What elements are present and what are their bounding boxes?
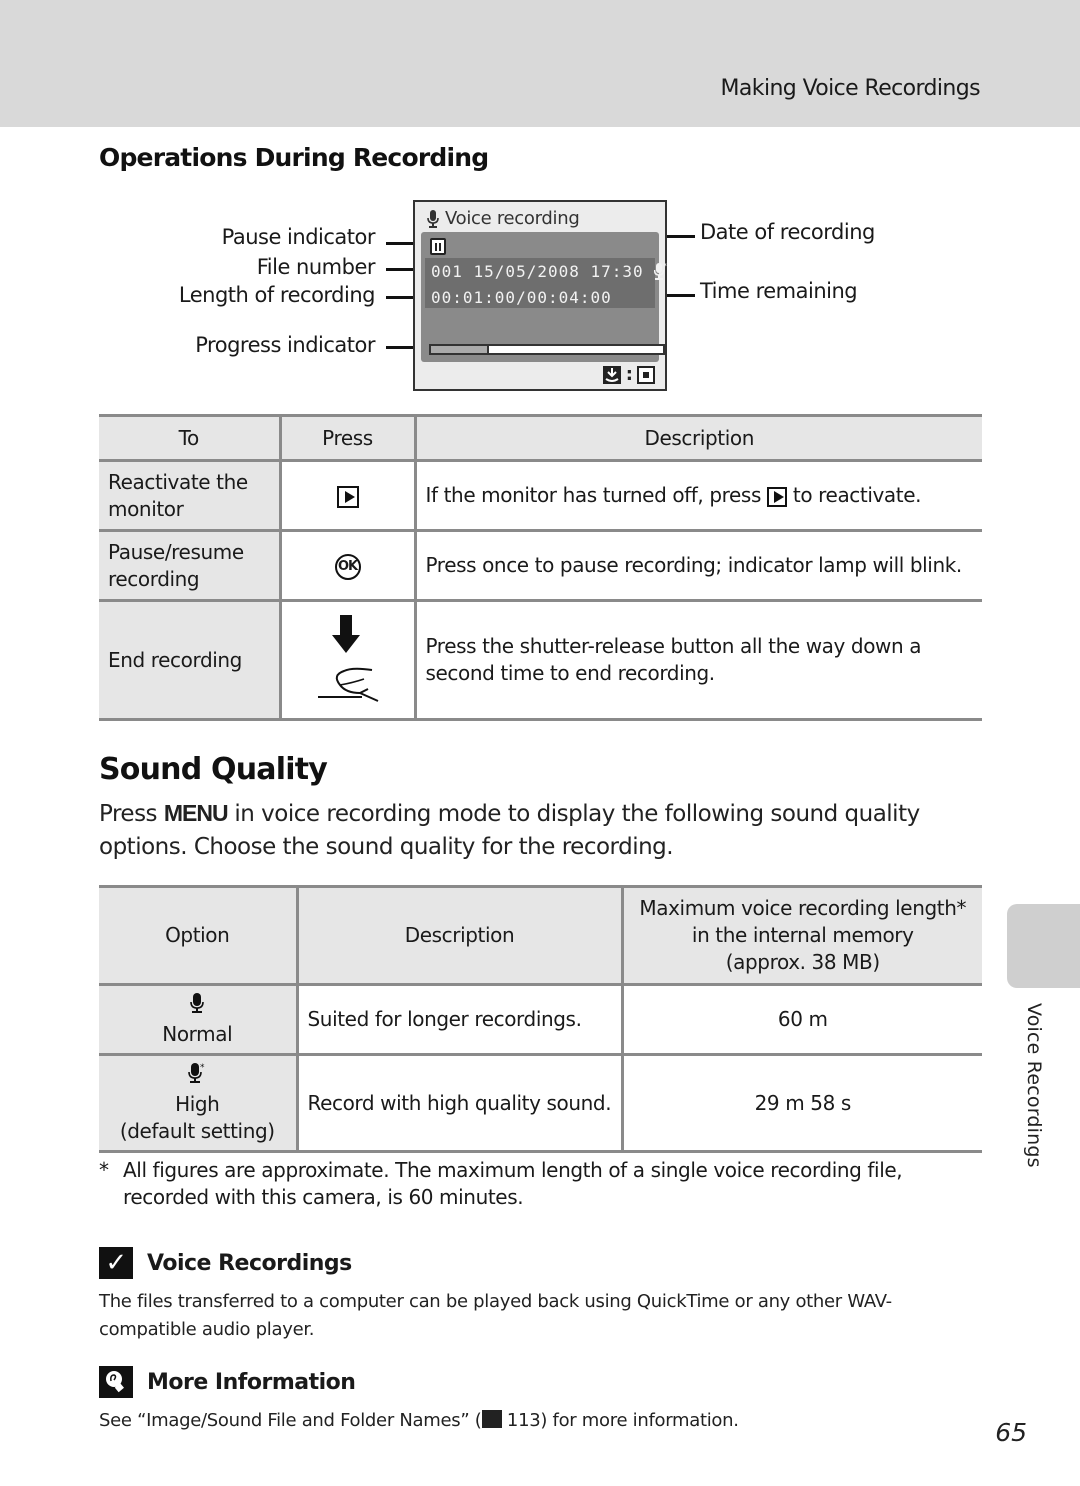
table-header-row: Option Description Maximum voice recordi… <box>99 885 982 986</box>
running-header: Making Voice Recordings <box>720 76 981 101</box>
row-action: Reactivate the monitor <box>99 459 282 532</box>
recording-length-readout: 00:01:00/00:04:00 <box>431 288 612 307</box>
pause-indicator-icon <box>430 238 446 255</box>
screen-title-text: Voice recording <box>445 208 580 229</box>
label-file-number: File number <box>256 255 376 279</box>
microphone-normal-icon <box>190 992 205 1013</box>
row-description: If the monitor has turned off, press to … <box>413 459 982 532</box>
option-max-length: 29 m 58 s <box>620 1053 982 1153</box>
label-pause-indicator: Pause indicator <box>221 225 376 249</box>
microphone-icon <box>427 209 439 228</box>
footnote-text: All figures are approximate. The maximum… <box>123 1158 903 1209</box>
operations-table: To Press Description Reactivate the moni… <box>99 414 982 721</box>
table-row: Normal Suited for longer recordings. 60 … <box>99 983 982 1056</box>
column-header-option: Option <box>99 885 299 986</box>
row-description: Press once to pause recording; indicator… <box>413 529 982 602</box>
page-reference-link[interactable]: 113 <box>507 1410 541 1431</box>
high-quality-microphone-icon: * <box>654 262 668 280</box>
progress-indicator <box>429 344 665 355</box>
menu-button-icon: MENU <box>163 800 229 826</box>
table-row: Pause/resume recording OK Press once to … <box>99 529 982 602</box>
footnote-mark: * <box>99 1158 109 1182</box>
camera-monitor-screen: Voice recording 001 15/05/2008 17:30 * 0… <box>413 200 668 391</box>
table-header-row: To Press Description <box>99 414 982 462</box>
column-header-description: Description <box>295 885 624 986</box>
screen-display-area: 001 15/05/2008 17:30 * 00:01:00/00:04:00 <box>421 232 668 362</box>
label-length-of-recording: Length of recording <box>178 283 376 307</box>
table-row: Reactivate the monitor If the monitor ha… <box>99 459 982 532</box>
internal-memory-icon <box>602 365 621 384</box>
row-press: OK <box>278 529 417 602</box>
option-description: Suited for longer recordings. <box>295 983 624 1056</box>
chapter-tab <box>1007 904 1080 988</box>
ok-button-icon: OK <box>334 554 361 580</box>
sound-quality-setting-icon <box>637 365 655 384</box>
row-action: End recording <box>99 599 282 721</box>
table-row: End recording Press the shutter-release … <box>99 599 982 721</box>
playback-button-icon <box>766 486 787 507</box>
section-title-sound-quality: Sound Quality <box>99 752 328 787</box>
check-icon: ✓ <box>99 1247 133 1279</box>
file-number-date-readout: 001 15/05/2008 17:30 * <box>431 262 669 281</box>
separator-colon: : <box>625 364 633 385</box>
screen-title: Voice recording <box>427 208 580 229</box>
page-reference-icon <box>481 1410 502 1428</box>
column-header-press: Press <box>278 414 417 462</box>
column-header-max-length: Maximum voice recording length* in the i… <box>620 885 982 986</box>
note-voice-recordings-text: The files transferred to a computer can … <box>99 1291 892 1340</box>
chapter-tab-label: Voice Recordings <box>1023 1003 1045 1168</box>
option-max-length: 60 m <box>620 983 982 1056</box>
note-voice-recordings-heading: ✓ Voice Recordings <box>99 1247 352 1279</box>
option-default-note: (default setting) <box>119 1118 275 1143</box>
row-description: Press the shutter-release button all the… <box>413 599 982 721</box>
table-footnote: * All figures are approximate. The maxim… <box>99 1157 984 1211</box>
progress-indicator-fill <box>431 346 489 353</box>
page-number: 65 <box>995 1418 1027 1447</box>
lightbulb-icon <box>99 1366 133 1398</box>
sound-quality-intro: Press MENU in voice recording mode to di… <box>99 800 920 860</box>
microphone-high-icon: * <box>188 1062 206 1083</box>
table-row: * High (default setting) Record with hig… <box>99 1053 982 1153</box>
section-title-operations: Operations During Recording <box>99 143 489 172</box>
label-time-remaining: Time remaining <box>700 279 858 303</box>
sound-quality-table: Option Description Maximum voice recordi… <box>99 885 982 1153</box>
column-header-description: Description <box>413 414 982 462</box>
playback-button-icon <box>336 485 359 508</box>
note-more-information-text: See “Image/Sound File and Folder Names” … <box>99 1410 739 1431</box>
header-band: Making Voice Recordings <box>0 0 1080 127</box>
option-label: Normal <box>162 1021 233 1046</box>
option-label: High <box>175 1091 220 1116</box>
row-action: Pause/resume recording <box>99 529 282 602</box>
column-header-to: To <box>99 414 282 462</box>
option-high: * High (default setting) <box>99 1053 299 1153</box>
svg-text:*: * <box>663 262 668 270</box>
row-press <box>278 599 417 721</box>
note-more-information-heading: More Information <box>99 1366 356 1398</box>
svg-text:*: * <box>200 1063 205 1073</box>
option-description: Record with high quality sound. <box>295 1053 624 1153</box>
option-normal: Normal <box>99 983 299 1056</box>
row-press <box>278 459 417 532</box>
screen-bottom-icons: : <box>602 364 655 385</box>
shutter-release-press-icon <box>317 614 378 702</box>
label-date-of-recording: Date of recording <box>700 220 875 244</box>
label-progress-indicator: Progress indicator <box>195 333 375 357</box>
